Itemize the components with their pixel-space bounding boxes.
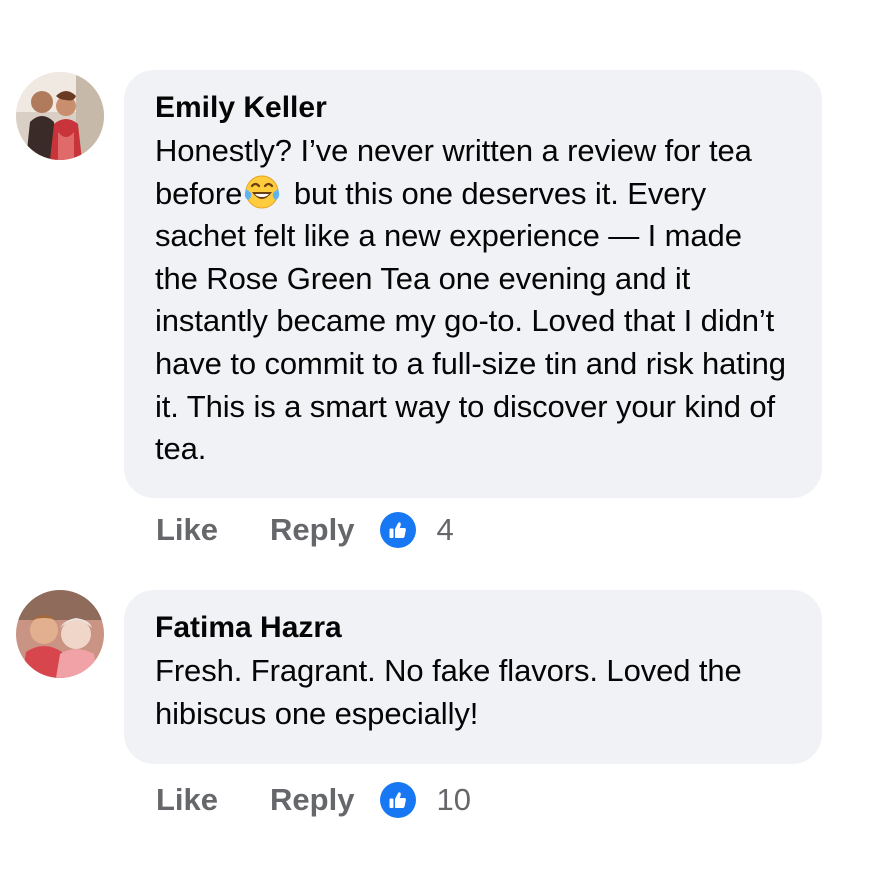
- reply-button[interactable]: Reply: [270, 782, 354, 818]
- avatar[interactable]: [16, 72, 104, 160]
- comment-actions: Like Reply 10: [156, 778, 471, 822]
- comment-text: Fresh. Fragrant. No fake flavors. Loved …: [155, 653, 742, 731]
- comment-text: Honestly? I’ve never written a review fo…: [155, 130, 792, 471]
- face-with-tears-of-joy-emoji: [243, 173, 281, 211]
- comment-text-part: but this one deserves it. Every sachet f…: [155, 175, 786, 467]
- comment-bubble: Emily Keller Honestly? I’ve never writte…: [124, 70, 822, 498]
- comment-author[interactable]: Emily Keller: [155, 90, 792, 126]
- thumbs-up-icon[interactable]: [380, 512, 417, 548]
- like-button[interactable]: Like: [156, 512, 218, 548]
- avatar[interactable]: [16, 590, 104, 678]
- reaction-count[interactable]: 4: [436, 512, 453, 548]
- like-button[interactable]: Like: [156, 782, 218, 818]
- reaction-count[interactable]: 10: [436, 782, 470, 818]
- comment-actions: Like Reply 4: [156, 508, 454, 552]
- thumbs-up-icon[interactable]: [380, 782, 417, 818]
- reply-button[interactable]: Reply: [270, 512, 354, 548]
- comment-author[interactable]: Fatima Hazra: [155, 610, 792, 646]
- comment-bubble: Fatima Hazra Fresh. Fragrant. No fake fl…: [124, 590, 822, 764]
